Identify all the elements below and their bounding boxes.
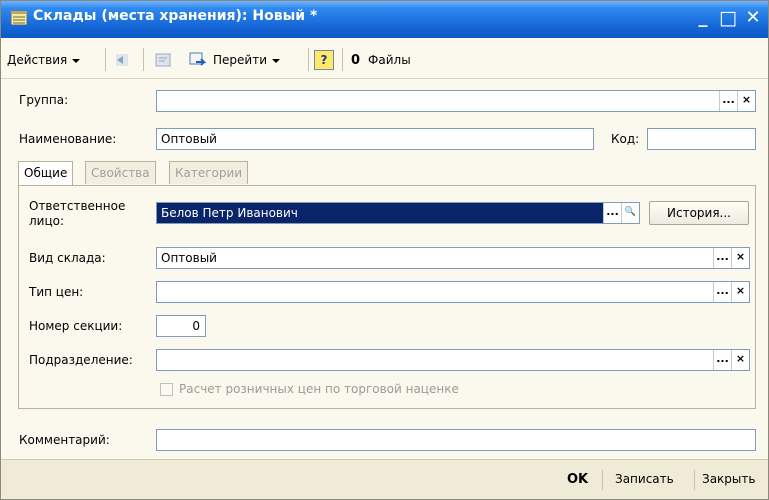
ok-button[interactable]: OK: [567, 472, 588, 487]
goto-menu-label: Перейти: [213, 53, 267, 67]
select-button[interactable]: ...: [603, 203, 621, 223]
toolbar-separator: [105, 48, 106, 71]
warehouse-type-label: Вид склада:: [29, 251, 106, 265]
name-label: Наименование:: [19, 132, 117, 146]
department-field[interactable]: ... ×: [156, 349, 750, 371]
paperclip-icon: 0: [351, 52, 361, 68]
name-value: Оптовый: [161, 132, 217, 146]
select-button[interactable]: ...: [713, 350, 731, 370]
code-field[interactable]: [647, 128, 756, 150]
tab-categories[interactable]: Категории: [169, 161, 249, 184]
catalog-icon: [11, 11, 27, 25]
comment-field[interactable]: [156, 429, 756, 451]
select-button[interactable]: ...: [713, 248, 731, 268]
structure-icon: [155, 53, 171, 67]
code-label: Код:: [611, 132, 640, 146]
footer-separator: [694, 470, 695, 490]
warehouse-type-field[interactable]: Оптовый ... ×: [156, 247, 750, 269]
group-label: Группа:: [19, 93, 69, 107]
responsible-label-line2: лицо:: [29, 214, 65, 228]
warehouse-type-value: Оптовый: [161, 251, 217, 265]
actions-menu-label: Действия: [7, 53, 68, 67]
footer-separator: [602, 470, 603, 490]
price-type-label: Тип цен:: [29, 285, 84, 299]
clear-icon[interactable]: ×: [731, 248, 749, 268]
chevron-down-icon: [72, 59, 81, 63]
chevron-down-icon: [272, 59, 280, 63]
document-window: Склады (места хранения): Новый * _ □ ✕ Д…: [0, 0, 769, 500]
section-number-label: Номер секции:: [29, 319, 123, 333]
footer-bar: OK Записать Закрыть: [1, 459, 768, 499]
clear-icon[interactable]: ×: [731, 282, 749, 302]
maximize-button[interactable]: □: [716, 5, 740, 31]
retail-price-checkbox[interactable]: [160, 383, 173, 396]
name-field[interactable]: Оптовый: [156, 128, 594, 150]
responsible-field[interactable]: Белов Петр Иванович ... 🔍: [156, 202, 640, 224]
clear-icon[interactable]: ×: [737, 91, 755, 111]
select-button[interactable]: ...: [713, 282, 731, 302]
help-icon: ?: [314, 50, 334, 70]
actions-menu[interactable]: Действия: [7, 49, 81, 71]
section-number-value: 0: [192, 319, 200, 333]
close-window-button[interactable]: ✕: [741, 5, 765, 31]
section-number-field[interactable]: 0: [156, 315, 206, 337]
goto-menu[interactable]: Перейти: [189, 49, 280, 71]
help-button[interactable]: ?: [314, 49, 334, 71]
retail-price-checkbox-label: Расчет розничных цен по торговой наценке: [179, 382, 459, 396]
select-button[interactable]: ...: [719, 91, 737, 111]
title-bar[interactable]: Склады (места хранения): Новый * _ □ ✕: [1, 1, 768, 38]
history-button[interactable]: История...: [649, 201, 749, 225]
files-button[interactable]: 0 Файлы: [351, 49, 411, 71]
toolbar-separator: [308, 48, 309, 71]
tab-general[interactable]: Общие: [18, 161, 74, 185]
group-field[interactable]: ... ×: [156, 90, 756, 112]
tab-properties[interactable]: Свойства: [85, 161, 156, 184]
files-label: Файлы: [368, 53, 411, 67]
close-button[interactable]: Закрыть: [702, 472, 755, 486]
toolbar-separator: [342, 48, 343, 71]
arrow-left-icon: [116, 54, 128, 66]
toolbar: Действия Перейти ? 0 Файлы: [1, 39, 768, 79]
clear-icon[interactable]: ×: [731, 350, 749, 370]
department-label: Подразделение:: [29, 353, 133, 367]
comment-label: Комментарий:: [19, 433, 110, 447]
responsible-value: Белов Петр Иванович: [161, 206, 298, 220]
save-button[interactable]: Записать: [615, 472, 674, 486]
responsible-label-line1: Ответственное: [29, 199, 126, 213]
price-type-field[interactable]: ... ×: [156, 281, 750, 303]
minimize-button[interactable]: _: [691, 5, 715, 31]
search-icon[interactable]: 🔍: [621, 203, 639, 223]
structure-button[interactable]: [154, 49, 172, 71]
move-up-button[interactable]: [113, 49, 131, 71]
window-title: Склады (места хранения): Новый *: [33, 8, 318, 24]
goto-icon: [189, 52, 207, 66]
toolbar-separator: [143, 48, 144, 71]
